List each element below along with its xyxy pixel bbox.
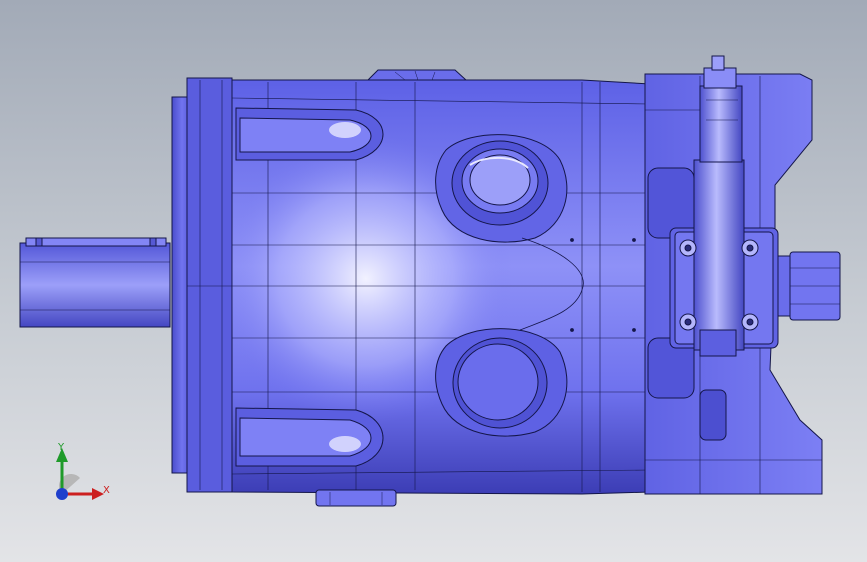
pump-model[interactable] (0, 0, 867, 562)
adjustment-plug[interactable] (777, 251, 841, 321)
lower-rib (235, 407, 384, 467)
upper-rib (235, 107, 384, 161)
top-boss (366, 69, 468, 81)
drive-shaft[interactable] (19, 237, 171, 328)
z-axis-dot (56, 488, 68, 500)
coordinate-triad (56, 448, 104, 500)
bottom-boss (315, 489, 397, 507)
upper-port[interactable] (435, 134, 568, 243)
mounting-flange[interactable] (171, 77, 233, 493)
x-axis-label: X (103, 485, 110, 496)
cad-viewport[interactable]: Y X (0, 0, 867, 562)
lower-port[interactable] (435, 328, 568, 437)
y-axis-label: Y (58, 442, 65, 453)
